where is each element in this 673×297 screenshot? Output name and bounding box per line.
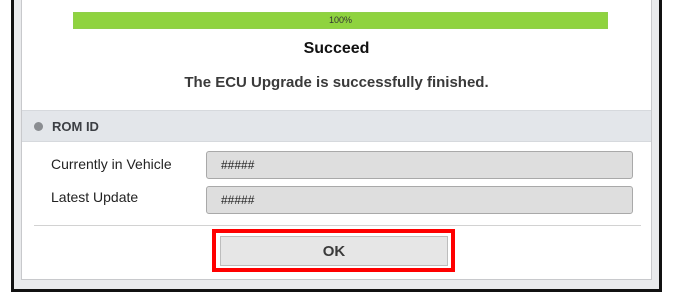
ok-button[interactable]: OK (220, 236, 448, 266)
rom-id-section-header: ROM ID (22, 110, 651, 142)
dialog-message: The ECU Upgrade is successfully finished… (184, 74, 489, 91)
bullet-icon (34, 122, 43, 131)
dialog-title: Succeed (303, 40, 370, 57)
currently-in-vehicle-label: Currently in Vehicle (51, 156, 172, 172)
currently-in-vehicle-field: ##### (206, 151, 633, 179)
upgrade-result-dialog: 100% Succeed The ECU Upgrade is successf… (21, 0, 652, 280)
rom-id-label: ROM ID (52, 119, 99, 134)
progress-bar: 100% (73, 12, 608, 29)
divider (34, 225, 641, 226)
latest-update-label: Latest Update (51, 189, 139, 205)
screenshot-frame: 100% Succeed The ECU Upgrade is successf… (11, 0, 662, 292)
latest-update-field: ##### (206, 186, 633, 214)
progress-percent-label: 100% (328, 15, 353, 25)
